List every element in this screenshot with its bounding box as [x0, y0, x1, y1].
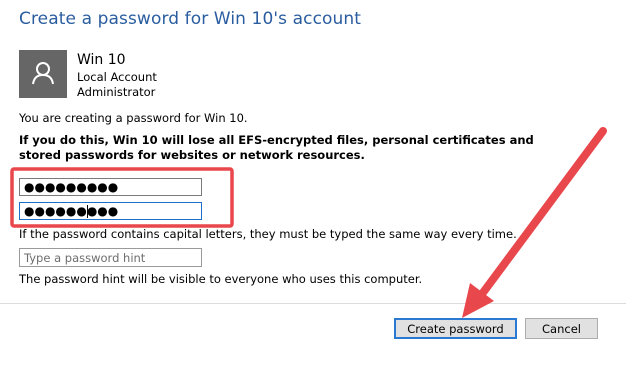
confirm-password-field[interactable]	[19, 202, 202, 220]
create-password-button[interactable]: Create password	[394, 318, 517, 339]
efs-warning-message: If you do this, Win 10 will lose all EFS…	[19, 133, 534, 162]
user-silhouette-icon	[32, 62, 54, 85]
account-type: Local Account	[77, 70, 157, 84]
account-role: Administrator	[77, 85, 156, 99]
account-name: Win 10	[77, 52, 126, 68]
new-password-field[interactable]	[19, 178, 202, 196]
footer-divider	[0, 303, 626, 304]
text-caret	[87, 205, 88, 218]
password-hint-field[interactable]	[19, 248, 202, 267]
capital-letters-note: If the password contains capital letters…	[19, 227, 517, 241]
creating-message: You are creating a password for Win 10.	[19, 111, 248, 125]
cancel-button[interactable]: Cancel	[525, 318, 598, 339]
user-avatar	[19, 50, 67, 98]
hint-visibility-note: The password hint will be visible to eve…	[19, 272, 423, 286]
dialog-title: Create a password for Win 10's account	[19, 9, 362, 29]
